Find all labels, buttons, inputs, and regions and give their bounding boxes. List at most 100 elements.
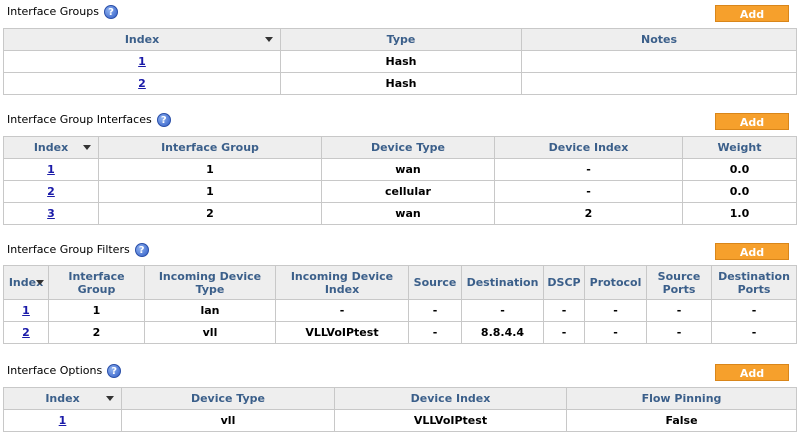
cell-incoming-device-type: lan xyxy=(144,299,276,322)
add-interface-option-button[interactable]: Add xyxy=(715,364,789,381)
add-interface-group-interface-button[interactable]: Add xyxy=(715,113,789,130)
cell-source: - xyxy=(408,299,462,322)
cell-type: Hash xyxy=(280,72,522,95)
column-header-incoming-device-index: Incoming Device Index xyxy=(275,265,409,300)
interface-options-section: Interface Options? Add Index Device Type… xyxy=(0,359,799,432)
column-header-index[interactable]: Index xyxy=(3,387,122,410)
help-icon[interactable]: ? xyxy=(134,243,149,257)
column-header-index[interactable]: Index xyxy=(3,265,49,300)
cell-interface-group: 1 xyxy=(48,299,145,322)
interface-group-interfaces-table: Index Interface Group Device Type Device… xyxy=(3,136,797,225)
help-icon[interactable]: ? xyxy=(156,113,171,127)
cell-interface-group: 2 xyxy=(98,202,322,225)
cell-index: 1 xyxy=(3,158,99,181)
interface-group-interfaces-title: Interface Group Interfaces xyxy=(7,113,152,126)
column-header-protocol: Protocol xyxy=(584,265,647,300)
row-index-link[interactable]: 2 xyxy=(138,77,146,90)
cell-index: 2 xyxy=(3,72,281,95)
row-index-link[interactable]: 1 xyxy=(59,414,67,427)
interface-options-title: Interface Options xyxy=(7,364,103,377)
sort-arrow-icon[interactable] xyxy=(106,395,114,401)
cell-interface-group: 1 xyxy=(98,158,322,181)
header-row: Index Interface Group Device Type Device… xyxy=(3,136,797,159)
column-header-interface-group: Interface Group xyxy=(48,265,145,300)
cell-device-type: wan xyxy=(321,158,495,181)
cell-protocol: - xyxy=(584,299,647,322)
cell-source-ports: - xyxy=(646,299,712,322)
cell-device-type: wan xyxy=(321,202,495,225)
column-header-interface-group: Interface Group xyxy=(98,136,322,159)
cell-index: 1 xyxy=(3,299,49,322)
column-header-index[interactable]: Index xyxy=(3,136,99,159)
cell-interface-group: 2 xyxy=(48,321,145,344)
add-interface-group-button[interactable]: Add xyxy=(715,5,789,22)
row-index-link[interactable]: 1 xyxy=(47,163,55,176)
cell-device-type: cellular xyxy=(321,180,495,203)
table-row: 1 vll VLLVoIPtest False xyxy=(3,409,797,432)
row-index-link[interactable]: 1 xyxy=(138,55,146,68)
cell-incoming-device-index: VLLVoIPtest xyxy=(275,321,409,344)
column-header-source: Source xyxy=(408,265,462,300)
cell-device-index: - xyxy=(494,180,683,203)
sort-arrow-icon[interactable] xyxy=(36,279,44,285)
table-row: 1 1 lan - - - - - - - xyxy=(3,299,797,322)
table-row: 3 2 wan 2 1.0 xyxy=(3,202,797,225)
section-title-wrap: Interface Groups? xyxy=(7,5,118,19)
column-header-type: Type xyxy=(280,28,522,51)
section-title-wrap: Interface Options? xyxy=(7,364,122,378)
column-header-device-index: Device Index xyxy=(494,136,683,159)
column-header-destination-ports: Destination Ports xyxy=(711,265,797,300)
cell-index: 1 xyxy=(3,50,281,73)
row-index-link[interactable]: 2 xyxy=(47,185,55,198)
cell-index: 2 xyxy=(3,321,49,344)
cell-device-index: VLLVoIPtest xyxy=(334,409,567,432)
add-interface-group-filter-button[interactable]: Add xyxy=(715,243,789,260)
column-header-source-ports: Source Ports xyxy=(646,265,712,300)
cell-dscp: - xyxy=(543,321,585,344)
cell-device-index: - xyxy=(494,158,683,181)
section-header: Interface Group Interfaces? Add xyxy=(0,108,799,130)
sort-arrow-icon[interactable] xyxy=(265,36,273,42)
help-icon[interactable]: ? xyxy=(103,5,118,19)
cell-destination: 8.8.4.4 xyxy=(461,321,544,344)
column-header-notes: Notes xyxy=(521,28,797,51)
row-index-link[interactable]: 2 xyxy=(22,326,30,339)
cell-source-ports: - xyxy=(646,321,712,344)
cell-index: 3 xyxy=(3,202,99,225)
section-header: Interface Options? Add xyxy=(0,359,799,381)
cell-index: 2 xyxy=(3,180,99,203)
column-header-flow-pinning: Flow Pinning xyxy=(566,387,797,410)
cell-destination-ports: - xyxy=(711,321,797,344)
cell-device-type: vll xyxy=(121,409,335,432)
cell-interface-group: 1 xyxy=(98,180,322,203)
column-header-device-type: Device Type xyxy=(321,136,495,159)
sort-arrow-icon[interactable] xyxy=(83,144,91,150)
interface-group-filters-title: Interface Group Filters xyxy=(7,243,130,256)
table-row: 2 1 cellular - 0.0 xyxy=(3,180,797,203)
section-title-wrap: Interface Group Filters? xyxy=(7,243,149,257)
column-header-device-type: Device Type xyxy=(121,387,335,410)
section-header: Interface Groups? Add xyxy=(0,0,799,22)
interface-options-table: Index Device Type Device Index Flow Pinn… xyxy=(3,387,797,432)
table-row: 2 Hash xyxy=(3,72,797,95)
cell-weight: 0.0 xyxy=(682,158,797,181)
cell-destination-ports: - xyxy=(711,299,797,322)
column-header-dscp: DSCP xyxy=(543,265,585,300)
cell-incoming-device-index: - xyxy=(275,299,409,322)
help-icon[interactable]: ? xyxy=(107,364,122,378)
interface-groups-table: Index Type Notes 1 Hash 2 Hash xyxy=(3,28,797,95)
cell-incoming-device-type: vll xyxy=(144,321,276,344)
row-index-link[interactable]: 3 xyxy=(47,207,55,220)
interface-group-interfaces-section: Interface Group Interfaces? Add Index In… xyxy=(0,108,799,225)
column-header-device-index: Device Index xyxy=(334,387,567,410)
column-header-weight: Weight xyxy=(682,136,797,159)
column-header-index[interactable]: Index xyxy=(3,28,281,51)
column-header-destination: Destination xyxy=(461,265,544,300)
cell-destination: - xyxy=(461,299,544,322)
row-index-link[interactable]: 1 xyxy=(22,304,30,317)
interface-group-filters-section: Interface Group Filters? Add Index Inter… xyxy=(0,238,799,344)
section-header: Interface Group Filters? Add xyxy=(0,238,799,260)
header-row: Index Interface Group Incoming Device Ty… xyxy=(3,265,797,300)
interface-groups-section: Interface Groups? Add Index Type Notes 1… xyxy=(0,0,799,95)
cell-dscp: - xyxy=(543,299,585,322)
